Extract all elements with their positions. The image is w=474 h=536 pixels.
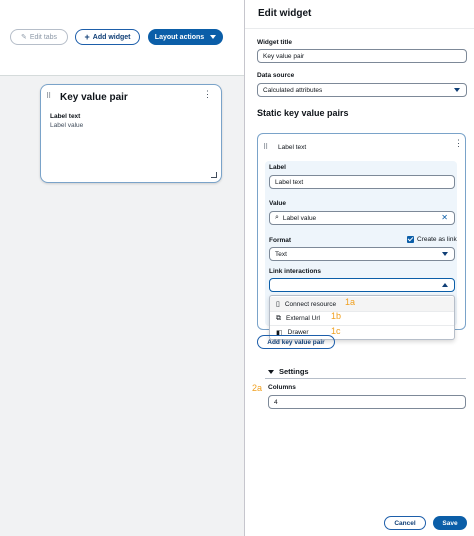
settings-title: Settings: [279, 367, 309, 376]
add-widget-label: Add widget: [92, 33, 131, 41]
dropdown-option-external-url[interactable]: ⧉ External Url: [270, 311, 454, 325]
caret-down-icon: [454, 88, 460, 92]
create-as-link-label: Create as link: [417, 236, 457, 243]
columns-input[interactable]: 4: [268, 395, 466, 409]
option-label: Connect resource: [284, 300, 337, 308]
data-source-value: Calculated attributes: [263, 86, 323, 94]
widget-value: Label value: [50, 122, 84, 129]
layout-actions-button[interactable]: Layout actions: [148, 29, 223, 45]
search-icon: ⌕: [275, 214, 279, 221]
save-button[interactable]: Save: [433, 516, 467, 530]
annotation-1c: 1c: [331, 326, 341, 336]
data-source-label: Data source: [257, 72, 295, 79]
settings-section-toggle[interactable]: Settings: [268, 367, 309, 376]
plus-icon: +: [84, 31, 90, 42]
annotation-1b: 1b: [331, 311, 342, 321]
key-value-widget[interactable]: ⠿ Key value pair ⋮ Label text Label valu…: [40, 84, 222, 183]
format-label: Format: [269, 237, 292, 244]
kebab-menu-icon[interactable]: ⋮: [454, 139, 463, 148]
external-link-icon: ⧉: [276, 314, 281, 322]
document-icon: ▯: [276, 301, 280, 308]
layout-actions-label: Layout actions: [154, 33, 205, 41]
add-key-value-pair-button[interactable]: Add key value pair: [257, 335, 335, 349]
caret-down-icon: [442, 252, 448, 256]
pencil-icon: ✎: [20, 34, 27, 41]
static-kv-title: Static key value pairs: [257, 108, 349, 118]
annotation-1a: 1a: [345, 297, 356, 307]
option-label: External Url: [286, 315, 320, 322]
settings-divider: [265, 378, 466, 379]
format-select[interactable]: Text: [269, 247, 455, 261]
format-value: Text: [275, 250, 287, 258]
link-interactions-dropdown: ▯ Connect resource ⧉ External Url ◧ Draw…: [269, 295, 455, 340]
panel-title: Edit widget: [258, 8, 312, 19]
data-source-select[interactable]: Calculated attributes: [257, 83, 467, 97]
columns-value: 4: [274, 398, 278, 406]
clear-icon[interactable]: ✕: [441, 213, 448, 222]
cancel-button[interactable]: Cancel: [384, 516, 426, 530]
value-search-input[interactable]: ⌕ Label value ✕: [269, 211, 455, 225]
dropdown-option-connect-resource[interactable]: ▯ Connect resource: [270, 297, 454, 311]
add-widget-button[interactable]: + Add widget: [75, 29, 140, 45]
link-interactions-label: Link interactions: [269, 268, 322, 275]
label-input[interactable]: Label text: [269, 175, 455, 189]
dashboard-canvas: [0, 0, 244, 536]
create-as-link-checkbox[interactable]: Create as link: [407, 236, 457, 243]
checkbox-checked-icon: [407, 236, 414, 243]
value-field-label: Value: [269, 200, 286, 207]
caret-down-icon: [210, 35, 217, 39]
caret-down-icon: [268, 369, 274, 374]
widget-title-value: Key value pair: [263, 52, 305, 60]
widget-title-input[interactable]: Key value pair: [257, 49, 467, 63]
drag-handle-icon[interactable]: ⠿: [263, 143, 268, 151]
label-field-label: Label: [269, 164, 286, 171]
kv-pair-header: Label text: [278, 144, 307, 151]
edit-tabs-button[interactable]: ✎ Edit tabs: [10, 29, 68, 45]
widget-label: Label text: [50, 113, 81, 120]
value-input-value: Label value: [282, 214, 317, 222]
widget-title: Key value pair: [60, 92, 128, 103]
caret-up-icon: [442, 283, 448, 287]
edit-tabs-label: Edit tabs: [29, 33, 58, 41]
columns-label: Columns: [268, 384, 296, 391]
label-input-value: Label text: [275, 178, 304, 186]
link-interactions-select[interactable]: [269, 278, 455, 292]
resize-handle-icon[interactable]: [211, 172, 217, 178]
kebab-menu-icon[interactable]: ⋮: [203, 90, 212, 99]
drag-handle-icon[interactable]: ⠿: [46, 93, 51, 100]
widget-title-label: Widget title: [257, 39, 292, 46]
panel-header-divider: [245, 28, 474, 29]
annotation-2a: 2a: [252, 383, 263, 393]
